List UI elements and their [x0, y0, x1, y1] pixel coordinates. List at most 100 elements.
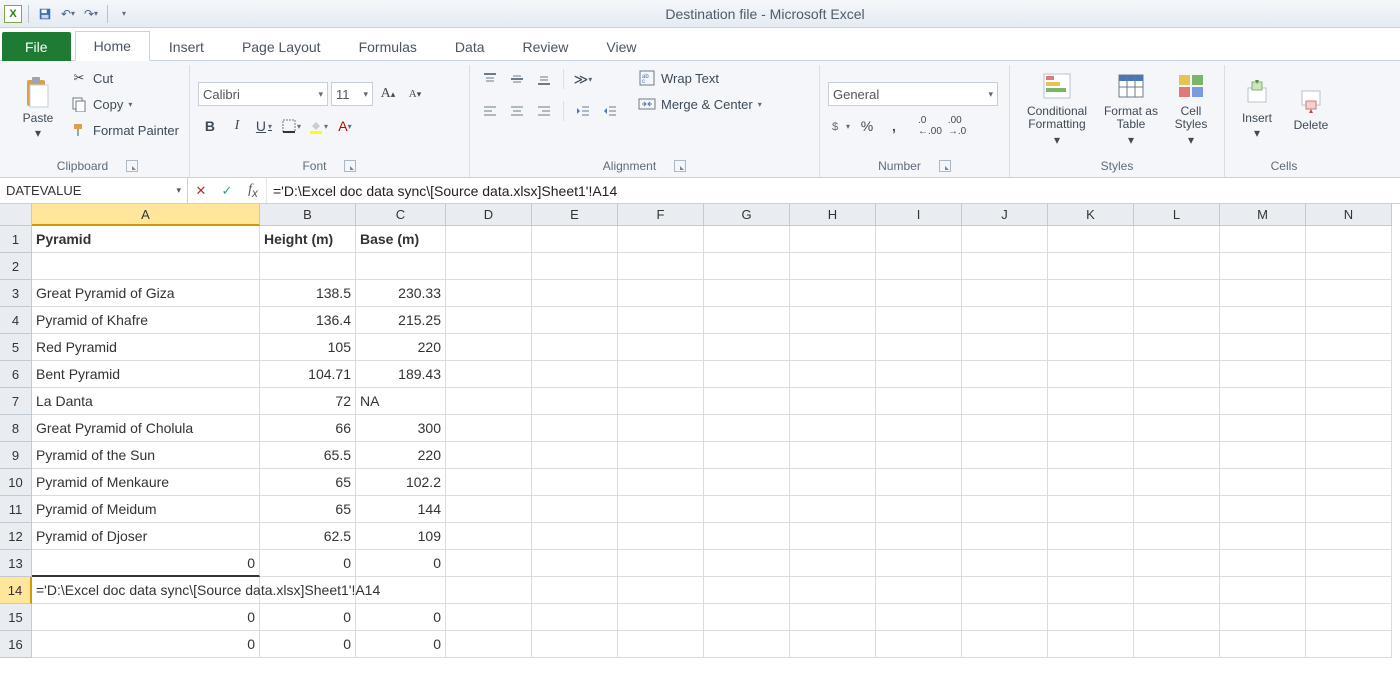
- cell-F15[interactable]: [618, 604, 704, 631]
- cell-H5[interactable]: [790, 334, 876, 361]
- bold-button[interactable]: B: [198, 114, 222, 138]
- cell-D1[interactable]: [446, 226, 532, 253]
- cell-I3[interactable]: [876, 280, 962, 307]
- cell-D2[interactable]: [446, 253, 532, 280]
- cell-L1[interactable]: [1134, 226, 1220, 253]
- cell-B15[interactable]: 0: [260, 604, 356, 631]
- row-header-2[interactable]: 2: [0, 253, 32, 280]
- cell-G2[interactable]: [704, 253, 790, 280]
- cell-N14[interactable]: [1306, 577, 1392, 604]
- cell-E14[interactable]: [532, 577, 618, 604]
- format-as-table-button[interactable]: Format as Table▾: [1102, 67, 1160, 149]
- cell-E1[interactable]: [532, 226, 618, 253]
- cell-C8[interactable]: 300: [356, 415, 446, 442]
- row-header-9[interactable]: 9: [0, 442, 32, 469]
- cell-I4[interactable]: [876, 307, 962, 334]
- row-header-16[interactable]: 16: [0, 631, 32, 658]
- cell-H3[interactable]: [790, 280, 876, 307]
- worksheet-grid[interactable]: ABCDEFGHIJKLMN 12345678910111213141516 P…: [0, 204, 1400, 700]
- cell-L5[interactable]: [1134, 334, 1220, 361]
- cell-D14[interactable]: [446, 577, 532, 604]
- format-painter-button[interactable]: Format Painter: [68, 119, 181, 141]
- cell-H13[interactable]: [790, 550, 876, 577]
- cell-N5[interactable]: [1306, 334, 1392, 361]
- cell-A8[interactable]: Great Pyramid of Cholula: [32, 415, 260, 442]
- cell-G3[interactable]: [704, 280, 790, 307]
- cut-button[interactable]: ✂ Cut: [68, 67, 181, 89]
- cell-L7[interactable]: [1134, 388, 1220, 415]
- cell-E2[interactable]: [532, 253, 618, 280]
- cell-D3[interactable]: [446, 280, 532, 307]
- col-header-J[interactable]: J: [962, 204, 1048, 226]
- select-all-corner[interactable]: [0, 204, 32, 226]
- clipboard-launcher[interactable]: [126, 160, 138, 172]
- cell-I10[interactable]: [876, 469, 962, 496]
- number-format-combo[interactable]: General▾: [828, 82, 998, 106]
- cell-L16[interactable]: [1134, 631, 1220, 658]
- cell-N4[interactable]: [1306, 307, 1392, 334]
- cell-I6[interactable]: [876, 361, 962, 388]
- cell-I11[interactable]: [876, 496, 962, 523]
- cell-B13[interactable]: 0: [260, 550, 356, 577]
- cell-B10[interactable]: 65: [260, 469, 356, 496]
- cell-F8[interactable]: [618, 415, 704, 442]
- cell-K10[interactable]: [1048, 469, 1134, 496]
- cell-B1[interactable]: Height (m): [260, 226, 356, 253]
- cell-K11[interactable]: [1048, 496, 1134, 523]
- qat-customize-button[interactable]: ▾: [114, 4, 134, 24]
- cell-N2[interactable]: [1306, 253, 1392, 280]
- cell-M4[interactable]: [1220, 307, 1306, 334]
- cell-I16[interactable]: [876, 631, 962, 658]
- cell-J6[interactable]: [962, 361, 1048, 388]
- cell-J13[interactable]: [962, 550, 1048, 577]
- cell-M2[interactable]: [1220, 253, 1306, 280]
- cell-E13[interactable]: [532, 550, 618, 577]
- col-header-M[interactable]: M: [1220, 204, 1306, 226]
- save-button[interactable]: [35, 4, 55, 24]
- align-right-button[interactable]: [532, 99, 556, 123]
- cell-N16[interactable]: [1306, 631, 1392, 658]
- cell-L13[interactable]: [1134, 550, 1220, 577]
- cell-L12[interactable]: [1134, 523, 1220, 550]
- row-header-12[interactable]: 12: [0, 523, 32, 550]
- column-headers[interactable]: ABCDEFGHIJKLMN: [32, 204, 1392, 226]
- cell-L2[interactable]: [1134, 253, 1220, 280]
- cell-H4[interactable]: [790, 307, 876, 334]
- cell-D7[interactable]: [446, 388, 532, 415]
- font-size-combo[interactable]: 11▾: [331, 82, 373, 106]
- cell-H11[interactable]: [790, 496, 876, 523]
- row-header-15[interactable]: 15: [0, 604, 32, 631]
- cell-N7[interactable]: [1306, 388, 1392, 415]
- cell-D8[interactable]: [446, 415, 532, 442]
- orientation-button[interactable]: ≫▾: [571, 67, 595, 91]
- cell-A16[interactable]: 0: [32, 631, 260, 658]
- cell-N11[interactable]: [1306, 496, 1392, 523]
- cell-E16[interactable]: [532, 631, 618, 658]
- underline-button[interactable]: U▾: [252, 114, 276, 138]
- delete-cells-button[interactable]: Delete: [1287, 67, 1335, 149]
- merge-center-button[interactable]: Merge & Center ▾: [636, 93, 764, 115]
- cell-B3[interactable]: 138.5: [260, 280, 356, 307]
- col-header-C[interactable]: C: [356, 204, 446, 226]
- cell-D13[interactable]: [446, 550, 532, 577]
- cell-E15[interactable]: [532, 604, 618, 631]
- cell-N3[interactable]: [1306, 280, 1392, 307]
- cell-I12[interactable]: [876, 523, 962, 550]
- col-header-F[interactable]: F: [618, 204, 704, 226]
- cell-K4[interactable]: [1048, 307, 1134, 334]
- cell-L14[interactable]: [1134, 577, 1220, 604]
- cell-D12[interactable]: [446, 523, 532, 550]
- cell-G15[interactable]: [704, 604, 790, 631]
- row-header-7[interactable]: 7: [0, 388, 32, 415]
- cell-J14[interactable]: [962, 577, 1048, 604]
- cell-G10[interactable]: [704, 469, 790, 496]
- cell-I5[interactable]: [876, 334, 962, 361]
- cell-G13[interactable]: [704, 550, 790, 577]
- cell-M12[interactable]: [1220, 523, 1306, 550]
- cell-B16[interactable]: 0: [260, 631, 356, 658]
- cell-A5[interactable]: Red Pyramid: [32, 334, 260, 361]
- accounting-format-button[interactable]: $▾: [828, 114, 852, 138]
- cell-G6[interactable]: [704, 361, 790, 388]
- cell-N15[interactable]: [1306, 604, 1392, 631]
- cell-A4[interactable]: Pyramid of Khafre: [32, 307, 260, 334]
